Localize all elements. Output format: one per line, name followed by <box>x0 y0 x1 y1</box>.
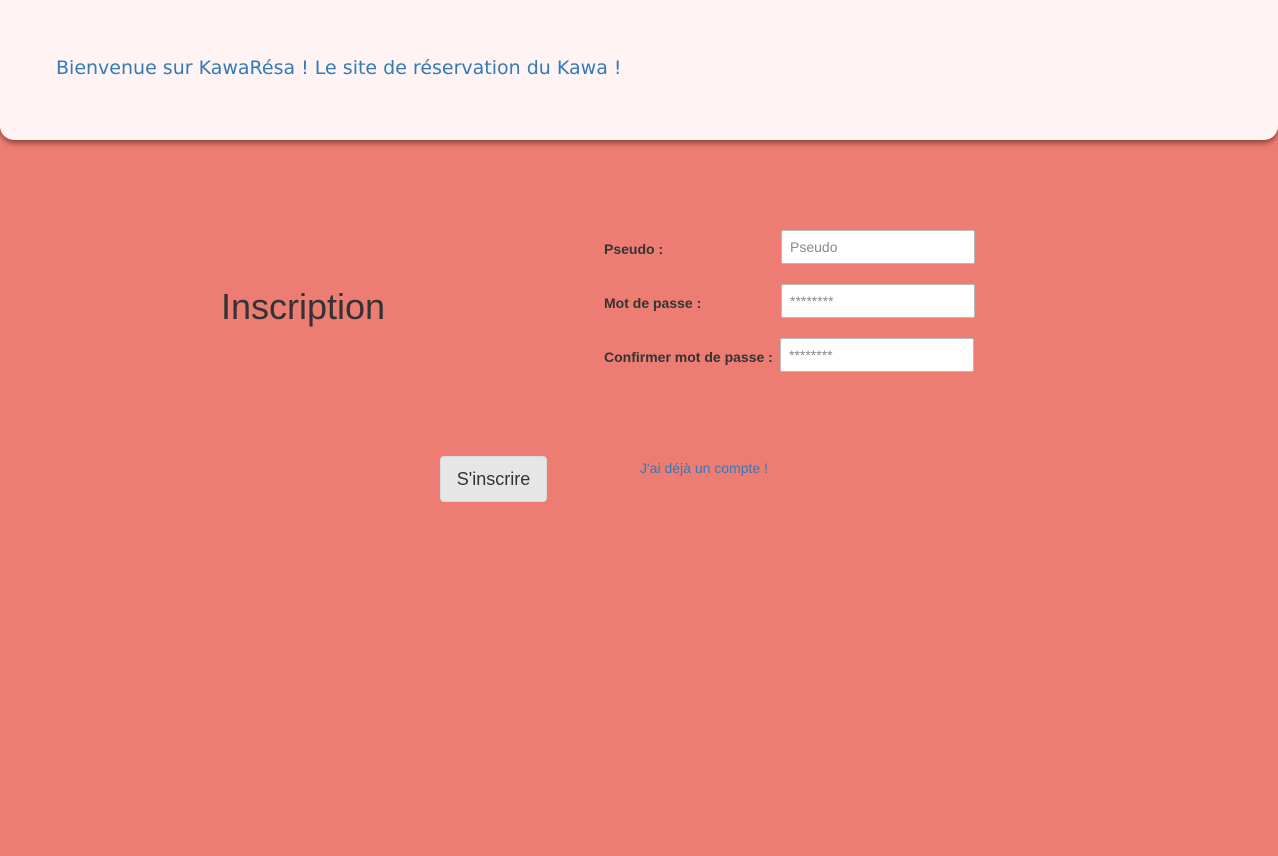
confirm-password-input[interactable] <box>780 338 974 372</box>
page-title: Inscription <box>221 286 386 327</box>
password-label: Mot de passe : <box>604 295 702 311</box>
welcome-title: Bienvenue sur KawaRésa ! Le site de rése… <box>56 57 622 79</box>
signup-button[interactable]: S'inscrire <box>440 456 547 502</box>
pseudo-input[interactable] <box>781 230 975 264</box>
confirm-password-label: Confirmer mot de passe : <box>604 349 773 365</box>
pseudo-label: Pseudo : <box>604 241 664 257</box>
existing-account-link[interactable]: J'ai déjà un compte ! <box>640 460 768 476</box>
password-input[interactable] <box>781 284 975 318</box>
site-header: Bienvenue sur KawaRésa ! Le site de rése… <box>0 0 1278 140</box>
